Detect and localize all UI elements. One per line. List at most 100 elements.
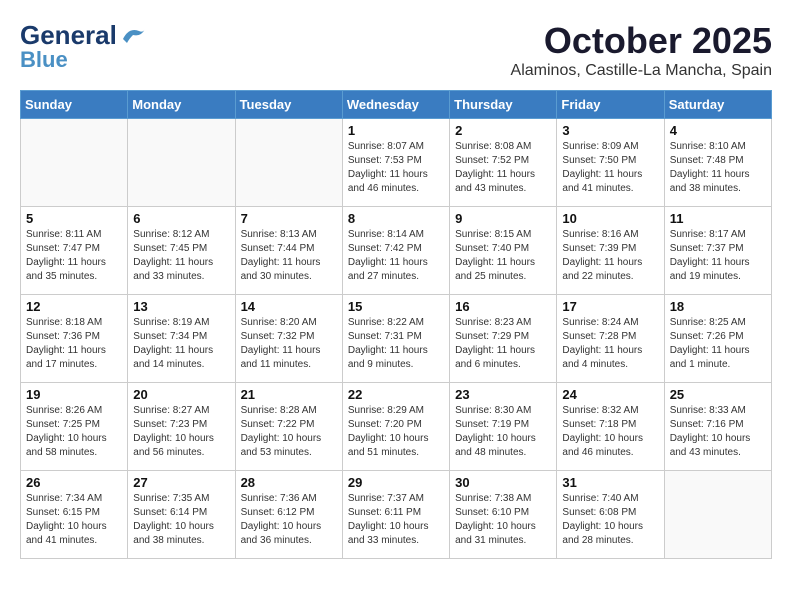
calendar-cell: 31 Sunrise: 7:40 AM Sunset: 6:08 PM Dayli… — [557, 471, 664, 559]
day-number: 6 — [133, 211, 229, 226]
cell-details: Sunrise: 8:19 AM Sunset: 7:34 PM Dayligh… — [133, 316, 229, 372]
calendar-cell: 18 Sunrise: 8:25 AM Sunset: 7:26 PM Dayli… — [664, 295, 771, 383]
logo-bird-icon — [119, 25, 147, 47]
calendar-cell: 16 Sunrise: 8:23 AM Sunset: 7:29 PM Dayli… — [450, 295, 557, 383]
calendar-cell: 12Sunrise: 8:18 AM Sunset: 7:36 PM Dayli… — [21, 295, 128, 383]
day-number: 7 — [241, 211, 337, 226]
cell-details: Sunrise: 8:15 AM Sunset: 7:40 PM Dayligh… — [455, 228, 551, 284]
calendar-cell: 8 Sunrise: 8:14 AM Sunset: 7:42 PM Daylig… — [342, 207, 449, 295]
day-number: 13 — [133, 299, 229, 314]
logo: General Blue — [20, 20, 147, 73]
cell-details: Sunrise: 8:25 AM Sunset: 7:26 PM Dayligh… — [670, 316, 766, 372]
calendar-week-row: 5Sunrise: 8:11 AM Sunset: 7:47 PM Daylig… — [21, 207, 772, 295]
day-number: 28 — [241, 475, 337, 490]
calendar-week-row: 12Sunrise: 8:18 AM Sunset: 7:36 PM Dayli… — [21, 295, 772, 383]
calendar-week-row: 19 Sunrise: 8:26 AM Sunset: 7:25 PM Dayli… — [21, 383, 772, 471]
weekday-header-sunday: Sunday — [21, 91, 128, 119]
day-number: 24 — [562, 387, 658, 402]
cell-details: Sunrise: 8:28 AM Sunset: 7:22 PM Dayligh… — [241, 404, 337, 460]
calendar-cell: 22 Sunrise: 8:29 AM Sunset: 7:20 PM Dayli… — [342, 383, 449, 471]
location-text: Alaminos, Castille-La Mancha, Spain — [511, 62, 772, 80]
day-number: 1 — [348, 123, 444, 138]
calendar-cell: 21 Sunrise: 8:28 AM Sunset: 7:22 PM Dayli… — [235, 383, 342, 471]
cell-details: Sunrise: 8:32 AM Sunset: 7:18 PM Dayligh… — [562, 404, 658, 460]
cell-details: Sunrise: 8:08 AM Sunset: 7:52 PM Dayligh… — [455, 140, 551, 196]
cell-details: Sunrise: 8:10 AM Sunset: 7:48 PM Dayligh… — [670, 140, 766, 196]
cell-details: Sunrise: 8:27 AM Sunset: 7:23 PM Dayligh… — [133, 404, 229, 460]
cell-details: Sunrise: 8:16 AM Sunset: 7:39 PM Dayligh… — [562, 228, 658, 284]
cell-details: Sunrise: 8:23 AM Sunset: 7:29 PM Dayligh… — [455, 316, 551, 372]
weekday-header-friday: Friday — [557, 91, 664, 119]
day-number: 3 — [562, 123, 658, 138]
day-number: 14 — [241, 299, 337, 314]
calendar-cell: 6 Sunrise: 8:12 AM Sunset: 7:45 PM Daylig… — [128, 207, 235, 295]
day-number: 18 — [670, 299, 766, 314]
calendar-table: SundayMondayTuesdayWednesdayThursdayFrid… — [20, 90, 772, 559]
cell-details: Sunrise: 8:24 AM Sunset: 7:28 PM Dayligh… — [562, 316, 658, 372]
cell-details: Sunrise: 7:40 AM Sunset: 6:08 PM Dayligh… — [562, 492, 658, 548]
weekday-header-thursday: Thursday — [450, 91, 557, 119]
day-number: 2 — [455, 123, 551, 138]
calendar-cell — [21, 119, 128, 207]
day-number: 16 — [455, 299, 551, 314]
day-number: 29 — [348, 475, 444, 490]
day-number: 12 — [26, 299, 122, 314]
day-number: 22 — [348, 387, 444, 402]
day-number: 8 — [348, 211, 444, 226]
cell-details: Sunrise: 8:11 AM Sunset: 7:47 PM Dayligh… — [26, 228, 122, 284]
calendar-cell: 29 Sunrise: 7:37 AM Sunset: 6:11 PM Dayli… — [342, 471, 449, 559]
day-number: 19 — [26, 387, 122, 402]
calendar-cell: 19 Sunrise: 8:26 AM Sunset: 7:25 PM Dayli… — [21, 383, 128, 471]
cell-details: Sunrise: 8:17 AM Sunset: 7:37 PM Dayligh… — [670, 228, 766, 284]
weekday-header-saturday: Saturday — [664, 91, 771, 119]
calendar-cell: 3 Sunrise: 8:09 AM Sunset: 7:50 PM Daylig… — [557, 119, 664, 207]
weekday-header-monday: Monday — [128, 91, 235, 119]
calendar-cell: 25 Sunrise: 8:33 AM Sunset: 7:16 PM Dayli… — [664, 383, 771, 471]
cell-details: Sunrise: 7:34 AM Sunset: 6:15 PM Dayligh… — [26, 492, 122, 548]
calendar-cell: 9 Sunrise: 8:15 AM Sunset: 7:40 PM Daylig… — [450, 207, 557, 295]
cell-details: Sunrise: 8:22 AM Sunset: 7:31 PM Dayligh… — [348, 316, 444, 372]
cell-details: Sunrise: 8:12 AM Sunset: 7:45 PM Dayligh… — [133, 228, 229, 284]
calendar-cell: 17 Sunrise: 8:24 AM Sunset: 7:28 PM Dayli… — [557, 295, 664, 383]
cell-details: Sunrise: 8:14 AM Sunset: 7:42 PM Dayligh… — [348, 228, 444, 284]
day-number: 26 — [26, 475, 122, 490]
calendar-cell: 28Sunrise: 7:36 AM Sunset: 6:12 PM Dayli… — [235, 471, 342, 559]
day-number: 15 — [348, 299, 444, 314]
day-number: 31 — [562, 475, 658, 490]
day-number: 4 — [670, 123, 766, 138]
calendar-cell: 23Sunrise: 8:30 AM Sunset: 7:19 PM Dayli… — [450, 383, 557, 471]
calendar-cell — [128, 119, 235, 207]
day-number: 23 — [455, 387, 551, 402]
day-number: 17 — [562, 299, 658, 314]
day-number: 10 — [562, 211, 658, 226]
calendar-cell — [235, 119, 342, 207]
cell-details: Sunrise: 8:13 AM Sunset: 7:44 PM Dayligh… — [241, 228, 337, 284]
cell-details: Sunrise: 8:29 AM Sunset: 7:20 PM Dayligh… — [348, 404, 444, 460]
calendar-cell: 2 Sunrise: 8:08 AM Sunset: 7:52 PM Daylig… — [450, 119, 557, 207]
day-number: 11 — [670, 211, 766, 226]
cell-details: Sunrise: 8:26 AM Sunset: 7:25 PM Dayligh… — [26, 404, 122, 460]
calendar-week-row: 1 Sunrise: 8:07 AM Sunset: 7:53 PM Daylig… — [21, 119, 772, 207]
calendar-cell: 20 Sunrise: 8:27 AM Sunset: 7:23 PM Dayli… — [128, 383, 235, 471]
calendar-week-row: 26 Sunrise: 7:34 AM Sunset: 6:15 PM Dayli… — [21, 471, 772, 559]
calendar-cell: 27 Sunrise: 7:35 AM Sunset: 6:14 PM Dayli… — [128, 471, 235, 559]
calendar-cell: 4 Sunrise: 8:10 AM Sunset: 7:48 PM Daylig… — [664, 119, 771, 207]
cell-details: Sunrise: 7:35 AM Sunset: 6:14 PM Dayligh… — [133, 492, 229, 548]
day-number: 20 — [133, 387, 229, 402]
calendar-cell: 30Sunrise: 7:38 AM Sunset: 6:10 PM Dayli… — [450, 471, 557, 559]
cell-details: Sunrise: 8:33 AM Sunset: 7:16 PM Dayligh… — [670, 404, 766, 460]
month-title: October 2025 — [511, 20, 772, 62]
calendar-cell — [664, 471, 771, 559]
day-number: 25 — [670, 387, 766, 402]
logo-blue-text: Blue — [20, 47, 68, 73]
day-number: 9 — [455, 211, 551, 226]
calendar-cell: 13 Sunrise: 8:19 AM Sunset: 7:34 PM Dayli… — [128, 295, 235, 383]
calendar-header-row: SundayMondayTuesdayWednesdayThursdayFrid… — [21, 91, 772, 119]
day-number: 27 — [133, 475, 229, 490]
calendar-cell: 15 Sunrise: 8:22 AM Sunset: 7:31 PM Dayli… — [342, 295, 449, 383]
day-number: 21 — [241, 387, 337, 402]
cell-details: Sunrise: 8:07 AM Sunset: 7:53 PM Dayligh… — [348, 140, 444, 196]
cell-details: Sunrise: 8:09 AM Sunset: 7:50 PM Dayligh… — [562, 140, 658, 196]
calendar-cell: 24 Sunrise: 8:32 AM Sunset: 7:18 PM Dayli… — [557, 383, 664, 471]
cell-details: Sunrise: 7:37 AM Sunset: 6:11 PM Dayligh… — [348, 492, 444, 548]
